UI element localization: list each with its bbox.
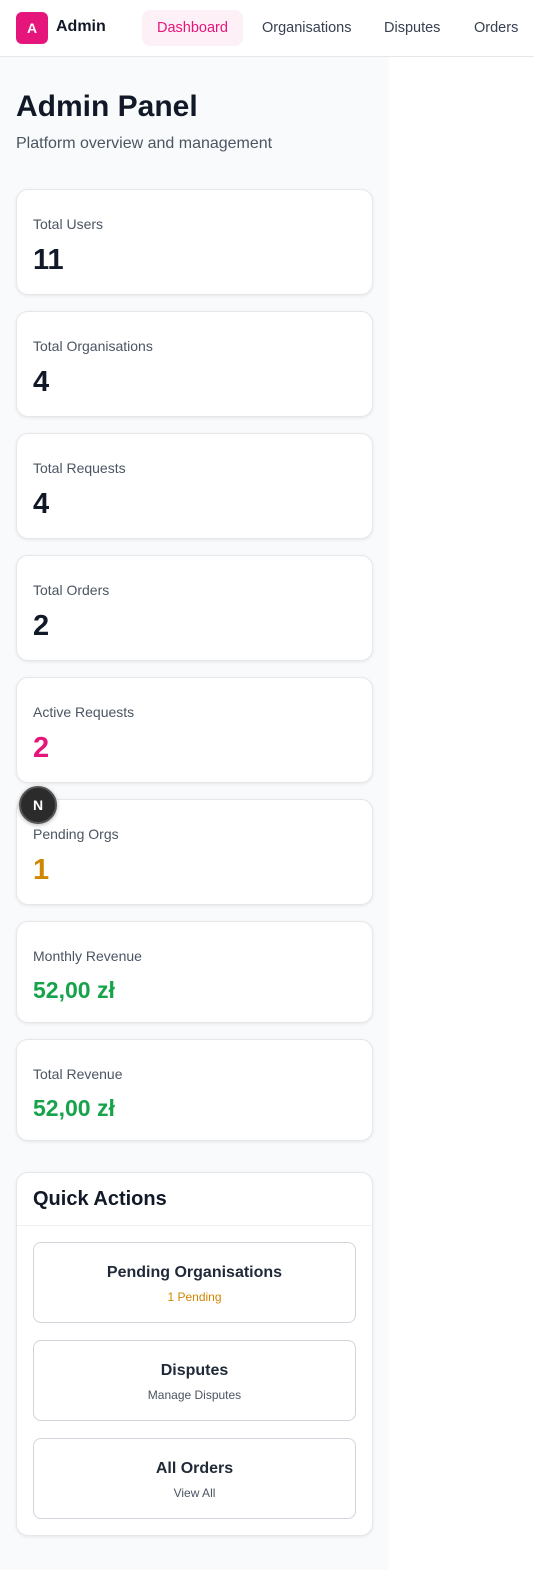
qa-button-title: Pending Organisations [106,1264,283,1281]
top-navbar: A Admin Dashboard Organisations Disputes… [0,0,534,57]
all-orders-button[interactable]: All Orders View All [33,1438,356,1519]
qa-button-subtitle: View All [173,1486,216,1500]
tab-orders[interactable]: Orders [459,10,533,46]
qa-button-title: Disputes [160,1362,229,1379]
stat-label: Active Requests [33,704,135,720]
stat-value: 52,00 zł [33,1095,115,1121]
page-title: Admin Panel [16,90,198,123]
stat-card-total-users: Total Users 11 [16,189,373,295]
tab-disputes[interactable]: Disputes [369,10,455,46]
disputes-button[interactable]: Disputes Manage Disputes [33,1340,356,1421]
stat-value: 2 [33,732,50,764]
stat-value: 52,00 zł [33,977,115,1003]
stat-card-total-requests: Total Requests 4 [16,433,373,539]
stat-label: Monthly Revenue [33,948,142,964]
quick-actions-title: Quick Actions [33,1188,167,1210]
brand-name[interactable]: Admin [56,18,106,36]
stat-label: Total Orders [33,582,110,598]
pending-organisations-button[interactable]: Pending Organisations 1 Pending [33,1242,356,1323]
qa-button-subtitle: Manage Disputes [147,1388,242,1402]
nextjs-dev-badge-icon[interactable]: N [19,786,57,824]
quick-actions-card: Quick Actions Pending Organisations 1 Pe… [16,1172,373,1536]
stat-label: Total Organisations [33,338,153,354]
stat-card-pending-orgs: Pending Orgs 1 [16,799,373,905]
stat-value: 11 [33,244,64,276]
tab-dashboard[interactable]: Dashboard [142,10,243,46]
stat-value: 4 [33,366,50,398]
stat-label: Total Revenue [33,1066,123,1082]
stat-value: 2 [33,610,50,642]
stat-card-monthly-revenue: Monthly Revenue 52,00 zł [16,921,373,1023]
stat-label: Total Users [33,216,104,232]
main-content: Admin Panel Platform overview and manage… [0,57,389,1570]
stat-value: 4 [33,488,50,520]
quick-actions-header: Quick Actions [17,1173,372,1226]
stat-label: Total Requests [33,460,126,476]
stat-value: 1 [33,854,50,886]
stat-card-total-revenue: Total Revenue 52,00 zł [16,1039,373,1141]
stat-card-total-organisations: Total Organisations 4 [16,311,373,417]
stat-card-active-requests: Active Requests 2 [16,677,373,783]
tab-organisations[interactable]: Organisations [247,10,366,46]
qa-button-title: All Orders [155,1460,234,1477]
page-subtitle: Platform overview and management [16,135,273,152]
logo-icon[interactable]: A [16,12,48,44]
qa-button-subtitle: 1 Pending [167,1290,222,1304]
stat-card-total-orders: Total Orders 2 [16,555,373,661]
stat-label: Pending Orgs [33,826,119,842]
